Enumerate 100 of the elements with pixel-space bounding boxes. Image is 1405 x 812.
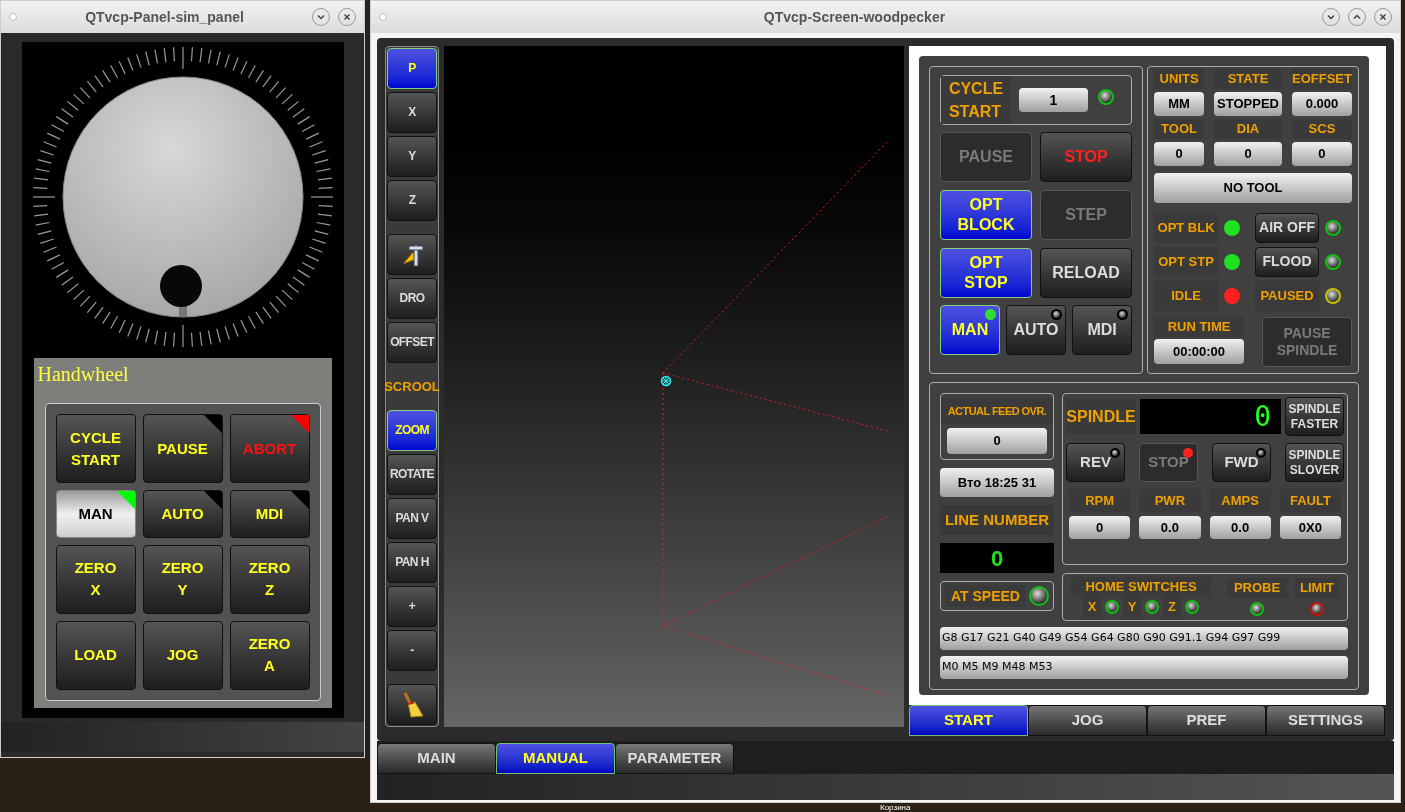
probe-label: PROBE — [1227, 578, 1287, 598]
run-time-field: 00:00:00 — [1154, 339, 1245, 364]
status-label: TOOL — [1154, 119, 1205, 139]
view-button[interactable]: P — [387, 48, 437, 89]
desktop-icon-caption: Корзина — [880, 803, 911, 812]
value-field: 0 — [1214, 142, 1282, 166]
run-time-label: RUN TIME — [1154, 317, 1245, 337]
view-button[interactable]: ROTATE — [387, 454, 437, 495]
value-field: MM — [1154, 92, 1205, 116]
view-button[interactable]: - — [387, 630, 437, 671]
home-switches-label: HOME SWITCHES — [1071, 577, 1211, 597]
spindle-reading-label: FAULT — [1279, 489, 1341, 512]
tab[interactable]: START — [909, 705, 1028, 736]
view-button[interactable]: Y — [387, 136, 437, 177]
chevron-up-icon — [1352, 12, 1362, 22]
panel-button[interactable]: ZERO Y — [142, 544, 223, 614]
active-gcodes-field: G8 G17 G21 G40 G49 G54 G64 G80 G90 G91.1 G94 G97 G99 — [940, 627, 1348, 650]
panel-button[interactable]: LOAD — [55, 620, 136, 690]
panel-button[interactable]: ZERO A — [229, 620, 310, 690]
chevron-down-icon — [316, 12, 326, 22]
limit-label: LIMIT — [1295, 578, 1339, 598]
view-button[interactable]: X — [387, 92, 437, 133]
tool-position-icon — [660, 375, 672, 387]
panel-button[interactable]: PAUSE — [142, 414, 223, 484]
spindle-direction-button[interactable]: REV — [1066, 443, 1125, 482]
feed-override-field: 0 — [947, 428, 1047, 454]
program-button[interactable]: OPT BLOCK — [940, 190, 1032, 240]
line-number-label: LINE NUMBER — [940, 505, 1054, 535]
group-title: Handwheel — [36, 362, 130, 387]
panel-button[interactable]: JOG — [142, 620, 223, 690]
coolant-button[interactable]: AIR OFF — [1255, 213, 1319, 243]
spindle-faster-button[interactable]: SPINDLE FASTER — [1285, 397, 1344, 436]
view-button[interactable]: DRO — [387, 278, 437, 319]
spindle-label: SPINDLE — [1066, 399, 1136, 434]
panel-button[interactable]: CYCLE START — [55, 414, 136, 484]
feed-override-label: ACTUAL FEED OVR. — [941, 398, 1053, 424]
panel-button[interactable]: AUTO — [142, 490, 223, 538]
mode-button[interactable]: MAN — [940, 305, 1000, 355]
tab[interactable]: MAIN — [377, 743, 496, 774]
view-button[interactable]: PAN H — [387, 542, 437, 583]
close-icon — [342, 12, 352, 22]
window-title: QTvcp-Panel-sim_panel — [84, 7, 245, 27]
spindle-reading-field: 0X0 — [1279, 516, 1341, 539]
spindle-direction-button[interactable]: FWD — [1212, 443, 1271, 482]
value-field: STOPPED — [1214, 92, 1282, 116]
spindle-reading-label: AMPS — [1209, 489, 1271, 512]
program-button[interactable]: OPT STOP — [940, 248, 1032, 298]
status-label: DIA — [1214, 119, 1282, 139]
spindle-slower-button[interactable]: SPINDLE SLOVER — [1285, 443, 1344, 482]
indicator-label: OPT BLK — [1154, 213, 1219, 243]
tab[interactable]: PREF — [1147, 705, 1266, 736]
tab[interactable]: MANUAL — [496, 743, 615, 774]
toolpath-preview[interactable] — [444, 46, 904, 727]
indicator-label: OPT STP — [1154, 247, 1219, 277]
spindle-speed-display: 0 — [1140, 399, 1281, 434]
axis-label: Y — [1123, 597, 1141, 617]
spindle-reading-field: 0 — [1069, 516, 1131, 539]
view-button[interactable]: PAN V — [387, 498, 437, 539]
panel-button[interactable]: ZERO X — [55, 544, 136, 614]
value-field: 0.000 — [1292, 92, 1352, 116]
mode-button[interactable]: AUTO — [1006, 305, 1067, 355]
tab[interactable]: SETTINGS — [1266, 705, 1385, 736]
start-line-field: 1 — [1019, 88, 1088, 112]
status-label: STATE — [1214, 69, 1282, 89]
panel-button[interactable]: MAN — [55, 490, 136, 538]
tool-name-field: NO TOOL — [1154, 173, 1352, 203]
indicator-label: IDLE — [1154, 281, 1219, 311]
chevron-down-icon — [1326, 12, 1336, 22]
mode-button[interactable]: MDI — [1072, 305, 1133, 355]
clear-button[interactable] — [387, 684, 437, 725]
window-title: QTvcp-Screen-woodpecker — [762, 7, 947, 27]
cycle-start-label: CYCLE START — [941, 76, 1011, 124]
tab[interactable]: PARAMETER — [615, 743, 734, 774]
tab[interactable]: JOG — [1028, 705, 1147, 736]
program-button[interactable]: RELOAD — [1040, 248, 1133, 298]
view-button[interactable]: + — [387, 586, 437, 627]
value-field: 0 — [1154, 142, 1205, 166]
indicator-label: PAUSED — [1255, 281, 1319, 311]
view-button[interactable]: OFFSET — [387, 322, 437, 363]
line-number-display: 0 — [940, 543, 1054, 573]
status-label: SCS — [1292, 119, 1352, 139]
measure-button[interactable] — [387, 234, 437, 275]
panel-button[interactable]: ZERO Z — [229, 544, 310, 614]
panel-button[interactable]: MDI — [229, 490, 310, 538]
spindle-reading-field: 0.0 — [1139, 516, 1201, 539]
value-field: 0 — [1292, 142, 1352, 166]
clock-field: Вто 18:25 31 — [940, 468, 1054, 497]
close-icon — [1378, 12, 1388, 22]
coolant-button[interactable]: FLOOD — [1255, 247, 1319, 277]
status-label: UNITS — [1154, 69, 1205, 89]
view-button[interactable]: Z — [387, 180, 437, 221]
spindle-reading-label: RPM — [1069, 489, 1131, 512]
status-label: EOFFSET — [1292, 69, 1352, 89]
view-button[interactable]: ZOOM — [387, 410, 437, 451]
active-mcodes-field: M0 M5 M9 M48 M53 — [940, 656, 1348, 679]
axis-label: X — [1083, 597, 1101, 617]
at-speed-label: AT SPEED — [945, 585, 1026, 607]
caliper-icon — [399, 241, 425, 268]
axis-label: Z — [1163, 597, 1181, 617]
spindle-reading-label: PWR — [1139, 489, 1201, 512]
